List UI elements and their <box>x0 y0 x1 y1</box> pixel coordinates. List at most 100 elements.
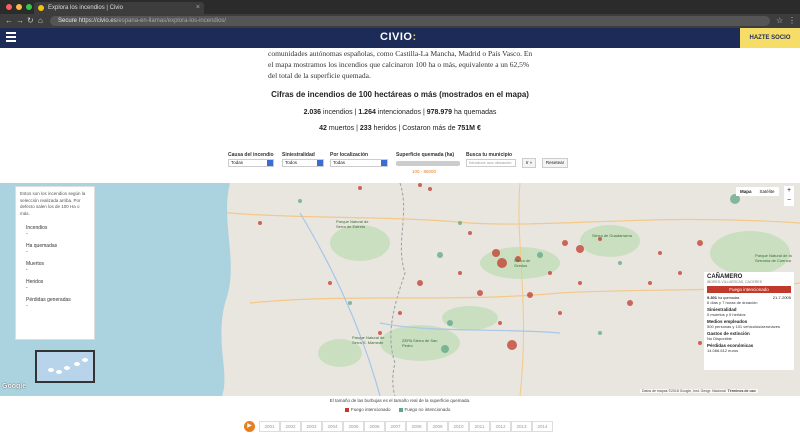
year-button-2009[interactable]: 2009 <box>427 421 448 432</box>
fire-bubble[interactable] <box>458 221 462 225</box>
park-label: Sierra de Guadarrama <box>592 233 632 238</box>
play-icon[interactable]: ▶ <box>244 421 255 432</box>
maximize-window-icon[interactable] <box>26 4 32 10</box>
fire-bubble[interactable] <box>578 281 582 285</box>
zoom-out-icon[interactable]: − <box>784 196 794 206</box>
stats-line-1: 2.036 incendios | 1.264 intencionados | … <box>303 109 497 116</box>
fire-bubble[interactable] <box>492 249 500 257</box>
legend-no-intencionado: Fuego no intencionado <box>398 407 450 412</box>
terms-link[interactable]: Términos de uso <box>728 389 756 393</box>
filter-causa-label: Causa del incendio <box>228 152 274 158</box>
reset-button[interactable]: Resetear <box>542 158 568 168</box>
zoom-in-icon[interactable]: + <box>784 186 794 196</box>
year-button-2002[interactable]: 2002 <box>280 421 301 432</box>
year-button-2008[interactable]: 2008 <box>406 421 427 432</box>
municipio-search-input[interactable]: Introduce una ubicación <box>466 159 516 167</box>
browser-menu-icon[interactable]: ⋮ <box>788 14 796 28</box>
fire-date: 21-7-2005 <box>772 295 791 300</box>
filter-causa-select[interactable]: Todas <box>228 159 274 167</box>
year-button-2005[interactable]: 2005 <box>343 421 364 432</box>
fire-bubble[interactable] <box>418 183 422 187</box>
go-button[interactable]: Ir » <box>522 158 536 168</box>
filter-superficie-label: Superficie quemada (ha) <box>396 152 455 158</box>
fire-bubble[interactable] <box>358 186 362 190</box>
minimize-window-icon[interactable] <box>16 4 22 10</box>
fire-bubble[interactable] <box>398 311 402 315</box>
hazte-socio-button[interactable]: HAZTE SOCIO <box>740 28 800 48</box>
fire-bubble[interactable] <box>348 301 352 305</box>
url-field[interactable]: Secure https://civio.es/espana-en-llamas… <box>50 16 770 26</box>
civio-logo[interactable]: CIVIO: <box>380 31 417 43</box>
hamburger-menu-icon[interactable] <box>6 32 16 44</box>
back-icon[interactable]: ← <box>5 14 13 28</box>
fire-bubble[interactable] <box>648 281 652 285</box>
stats-line-2: 42 muertos | 233 heridos | Costaron más … <box>319 125 481 132</box>
year-button-2011[interactable]: 2011 <box>469 421 490 432</box>
year-button-2006[interactable]: 2006 <box>364 421 385 432</box>
park-label: ZEPA Sierra de San Pedro <box>402 338 438 348</box>
filter-municipio-label: Busca tu municipio <box>466 152 513 158</box>
url-host: https://civio.es <box>78 18 117 24</box>
forward-icon[interactable]: → <box>16 14 24 28</box>
superficie-slider[interactable] <box>396 161 460 166</box>
superficie-range-label: 100 - 86000 <box>412 169 437 174</box>
fire-bubble[interactable] <box>548 271 552 275</box>
year-button-2012[interactable]: 2012 <box>490 421 511 432</box>
map-type-map[interactable]: Mapa <box>736 187 756 196</box>
fire-bubble[interactable] <box>477 290 483 296</box>
chevron-down-icon <box>317 160 323 166</box>
fire-bubble[interactable] <box>562 240 568 246</box>
fire-bubble[interactable] <box>468 231 472 235</box>
fire-bubble[interactable] <box>258 221 262 225</box>
browser-tab[interactable]: Explora los incendios | Civio × <box>34 2 204 14</box>
fire-bubble[interactable] <box>697 240 703 246</box>
fire-bubble[interactable] <box>298 199 302 203</box>
fire-bubble[interactable] <box>627 300 633 306</box>
bookmark-star-icon[interactable]: ☆ <box>776 14 783 28</box>
map-attribution: Datos de mapas ©2018 Google, Inst. Geogr… <box>640 389 758 393</box>
filters-bar: Causa del incendio Todas Siniestralidad … <box>228 152 588 174</box>
summary-value: - <box>26 231 28 237</box>
home-icon[interactable]: ⌂ <box>38 14 43 28</box>
year-button-2001[interactable]: 2001 <box>259 421 280 432</box>
reload-icon[interactable]: ↻ <box>27 14 34 28</box>
fire-bubble[interactable] <box>507 340 517 350</box>
fire-bubble[interactable] <box>328 281 332 285</box>
year-button-2003[interactable]: 2003 <box>301 421 322 432</box>
fire-bubble[interactable] <box>458 271 462 275</box>
fire-bubble[interactable] <box>698 341 702 345</box>
year-button-2010[interactable]: 2010 <box>448 421 469 432</box>
fire-bubble[interactable] <box>598 331 602 335</box>
close-tab-icon[interactable]: × <box>196 2 200 14</box>
filter-siniestralidad-select[interactable]: Todos <box>282 159 324 167</box>
fire-bubble[interactable] <box>417 280 423 286</box>
canary-islands-inset[interactable] <box>35 350 95 383</box>
close-window-icon[interactable] <box>6 4 12 10</box>
fire-bubble[interactable] <box>497 258 507 268</box>
map-type-toggle: Mapa Satélite <box>736 187 779 196</box>
summary-value: - <box>26 249 28 255</box>
fire-bubble[interactable] <box>576 245 584 253</box>
fire-bubble[interactable] <box>441 345 449 353</box>
park-label: Sierra de Gredos <box>514 258 531 268</box>
fire-bubble[interactable] <box>447 320 453 326</box>
map-type-satellite[interactable]: Satélite <box>756 187 779 196</box>
filter-localizacion-select[interactable]: Todas <box>330 159 388 167</box>
fire-bubble[interactable] <box>428 187 432 191</box>
fire-bubble[interactable] <box>558 311 562 315</box>
year-button-2004[interactable]: 2004 <box>322 421 343 432</box>
fire-bubble[interactable] <box>437 252 443 258</box>
fire-bubble[interactable] <box>618 261 622 265</box>
fire-bubble[interactable] <box>678 271 682 275</box>
fire-bubble[interactable] <box>658 251 662 255</box>
year-button-2014[interactable]: 2014 <box>532 421 553 432</box>
year-button-2007[interactable]: 2007 <box>385 421 406 432</box>
year-button-2013[interactable]: 2013 <box>511 421 532 432</box>
fire-location: IBORES-VILLUERCAS, CACERES <box>707 280 763 284</box>
park-label: Parque Natural de Serra de Estrela <box>336 219 369 229</box>
address-bar-row: ← → ↻ ⌂ Secure https://civio.es/espana-e… <box>0 14 800 28</box>
fire-bubble[interactable] <box>527 292 533 298</box>
park-label: Parque Natural de la Serranía de Cuenca <box>755 253 792 263</box>
fire-bubble[interactable] <box>498 321 502 325</box>
fires-map[interactable]: Parque Natural de Serra de Estrela Sierr… <box>0 183 800 396</box>
